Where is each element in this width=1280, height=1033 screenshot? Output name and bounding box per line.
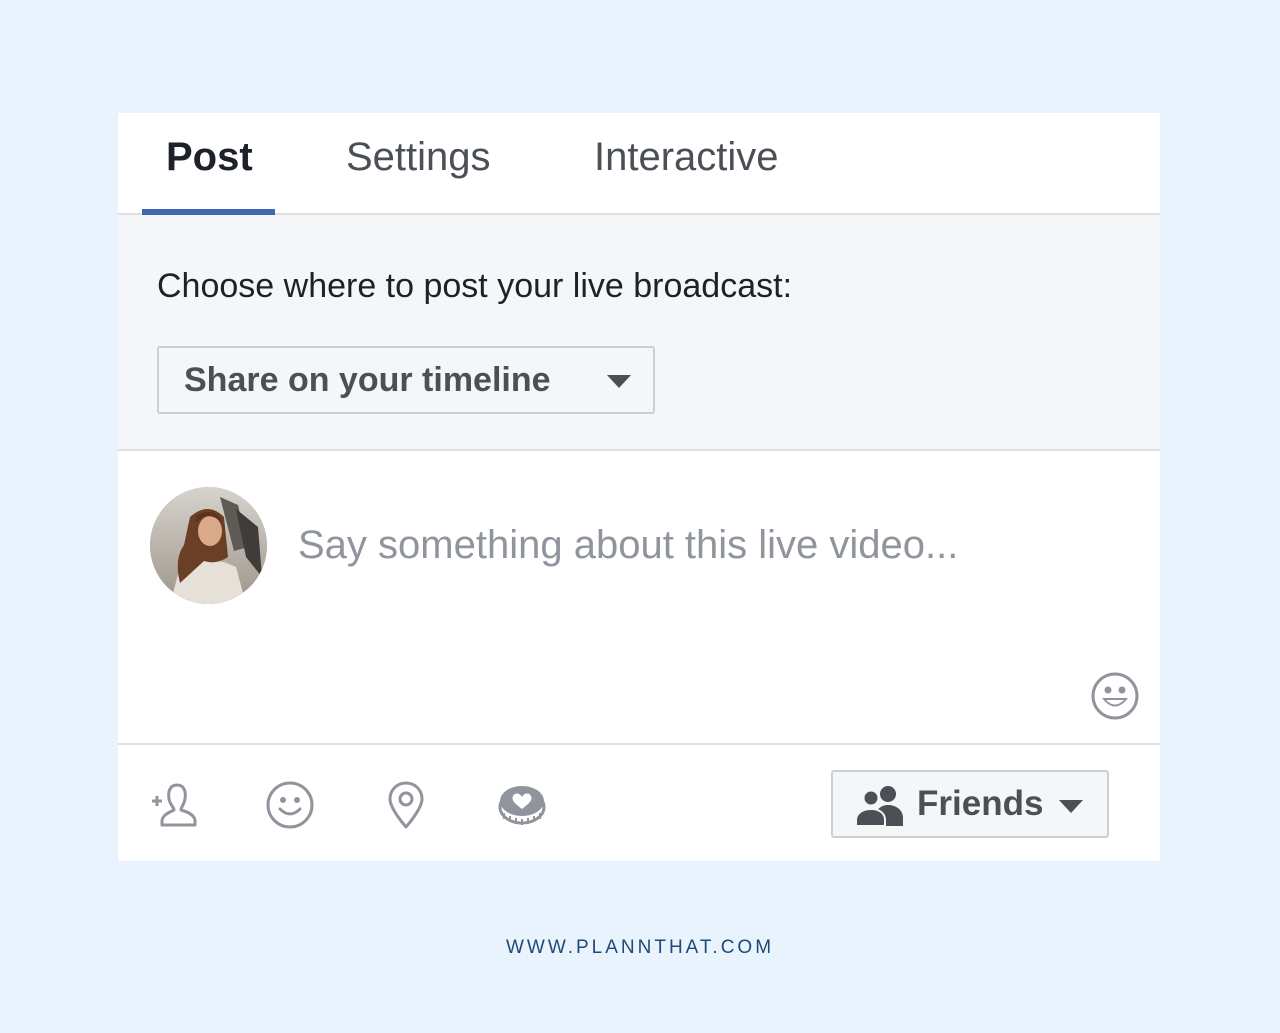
location-icon[interactable] [380, 779, 432, 831]
status-input[interactable] [298, 517, 1078, 573]
tab-settings[interactable]: Settings [346, 133, 491, 181]
destination-dropdown[interactable]: Share on your timeline [157, 346, 655, 414]
composer [118, 451, 1160, 745]
donate-icon[interactable] [496, 779, 548, 831]
go-live-card: Post Settings Interactive Choose where t… [118, 113, 1160, 861]
friends-icon [855, 786, 903, 826]
footer-url: WWW.PLANNTHAT.COM [505, 937, 775, 958]
audience-selector-button[interactable]: Friends [831, 770, 1109, 838]
tag-people-icon[interactable] [148, 779, 200, 831]
chevron-down-icon [1059, 800, 1083, 813]
destination-dropdown-value: Share on your timeline [184, 361, 551, 399]
feeling-icon[interactable] [264, 779, 316, 831]
post-destination-section: Choose where to post your live broadcast… [118, 215, 1160, 451]
user-avatar-icon [150, 487, 267, 604]
avatar [150, 487, 267, 604]
destination-label: Choose where to post your live broadcast… [157, 267, 793, 305]
audience-label: Friends [917, 784, 1044, 823]
composer-toolbar: Friends [118, 745, 1160, 861]
tab-post[interactable]: Post [166, 133, 253, 181]
tab-interactive[interactable]: Interactive [594, 133, 779, 181]
tab-bar: Post Settings Interactive [118, 113, 1160, 216]
chevron-down-icon [607, 375, 631, 388]
emoji-icon[interactable] [1090, 671, 1140, 721]
